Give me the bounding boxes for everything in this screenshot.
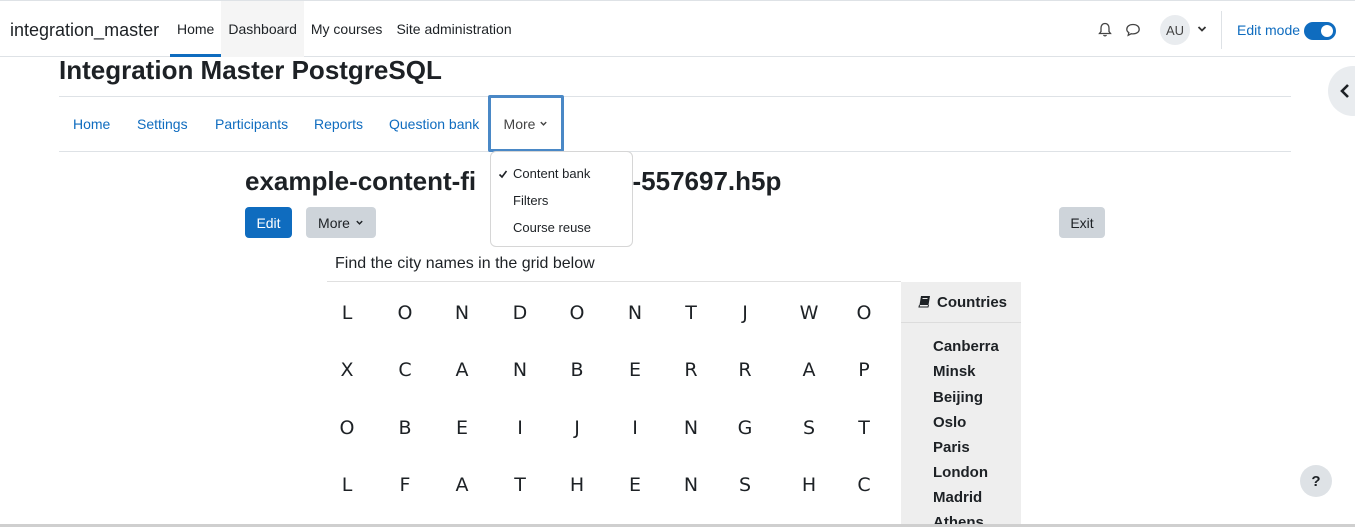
content-more-button[interactable]: More [306, 207, 376, 238]
vocabulary-title: Countries [937, 294, 1008, 311]
word-search-grid[interactable]: LONDONTJWOXCANBERRAPOBEIJINGSTLFATHENSHC [327, 281, 901, 527]
secondary-nav-question-bank[interactable]: Question bank [389, 97, 479, 151]
grid-letter-cell[interactable]: B [557, 359, 597, 381]
grid-letter-cell[interactable]: T [844, 417, 884, 439]
vocabulary-word: Madrid [933, 489, 983, 506]
grid-letter-cell[interactable]: E [442, 417, 482, 439]
grid-letter-cell[interactable]: A [442, 474, 482, 496]
secondary-nav-home[interactable]: Home [73, 97, 110, 151]
grid-letter-cell[interactable]: F [385, 474, 425, 496]
content-title-start: example-content-fi [245, 166, 477, 196]
primary-nav-my-courses[interactable]: My courses [304, 1, 390, 57]
vocabulary-word: Paris [933, 439, 970, 456]
grid-letter-cell[interactable]: L [327, 302, 367, 324]
help-button[interactable]: ? [1300, 465, 1332, 497]
primary-nav: Home Dashboard My courses Site administr… [170, 1, 519, 57]
chevron-down-icon [356, 220, 363, 225]
grid-letter-cell[interactable]: S [789, 417, 829, 439]
primary-nav-home[interactable]: Home [170, 1, 222, 57]
grid-letter-cell[interactable]: O [844, 302, 884, 324]
site-brand[interactable]: integration_master [10, 20, 159, 41]
grid-letter-cell[interactable]: P [844, 359, 884, 381]
grid-letter-cell[interactable]: N [442, 302, 482, 324]
grid-letter-cell[interactable]: A [789, 359, 829, 381]
grid-letter-cell[interactable]: H [789, 474, 829, 496]
secondary-nav-more-button[interactable]: More [488, 95, 564, 152]
top-navbar: integration_master Home Dashboard My cou… [0, 0, 1355, 57]
edit-mode-label[interactable]: Edit mode [1237, 22, 1300, 38]
edit-mode-toggle[interactable] [1304, 22, 1336, 40]
grid-letter-cell[interactable]: R [725, 359, 765, 381]
content-more-label: More [318, 214, 350, 231]
grid-letter-cell[interactable]: N [671, 417, 711, 439]
dropdown-item-content-bank[interactable]: Content bank [513, 166, 590, 181]
grid-letter-cell[interactable]: C [844, 474, 884, 496]
grid-letter-cell[interactable]: O [327, 417, 367, 439]
grid-letter-cell[interactable]: E [615, 359, 655, 381]
course-index-drawer-toggle[interactable] [1328, 66, 1355, 116]
grid-letter-cell[interactable]: N [671, 474, 711, 496]
chevron-down-icon [540, 121, 548, 126]
secondary-nav-more-label: More [503, 115, 536, 132]
exit-button[interactable]: Exit [1059, 207, 1105, 238]
edit-button[interactable]: Edit [245, 207, 292, 238]
dropdown-item-filters[interactable]: Filters [513, 193, 548, 208]
secondary-nav: Home Settings Participants Reports Quest… [59, 95, 1291, 152]
grid-letter-cell[interactable]: J [725, 302, 765, 324]
vocabulary-word: Minsk [933, 363, 976, 380]
page-title: Integration Master PostgreSQL [59, 55, 442, 85]
navbar-divider [1221, 11, 1222, 49]
h5p-instruction: Find the city names in the grid below [335, 255, 595, 272]
grid-letter-cell[interactable]: T [500, 474, 540, 496]
more-dropdown-menu: Content bank Filters Course reuse [490, 151, 633, 247]
grid-letter-cell[interactable]: E [615, 474, 655, 496]
vocabulary-header: Countries [901, 282, 1021, 323]
vocabulary-word: Beijing [933, 389, 984, 406]
secondary-nav-settings[interactable]: Settings [137, 97, 188, 151]
primary-nav-dashboard[interactable]: Dashboard [221, 1, 304, 57]
grid-letter-cell[interactable]: I [615, 417, 655, 439]
grid-letter-cell[interactable]: H [557, 474, 597, 496]
secondary-nav-reports[interactable]: Reports [314, 97, 363, 151]
user-avatar[interactable]: AU [1160, 15, 1190, 45]
dropdown-item-course-reuse[interactable]: Course reuse [513, 220, 591, 235]
chat-icon[interactable] [1125, 22, 1141, 38]
vocabulary-word: London [933, 464, 988, 481]
grid-letter-cell[interactable]: A [442, 359, 482, 381]
grid-letter-cell[interactable]: D [500, 302, 540, 324]
grid-letter-cell[interactable]: O [385, 302, 425, 324]
book-icon [918, 296, 930, 308]
grid-letter-cell[interactable]: J [557, 417, 597, 439]
vocabulary-word: Oslo [933, 414, 967, 431]
grid-letter-cell[interactable]: I [500, 417, 540, 439]
chevron-left-icon [1340, 84, 1349, 98]
grid-letter-cell[interactable]: T [671, 302, 711, 324]
vocabulary-panel: Countries Canberra Minsk Beijing Oslo Paris L… [901, 282, 1021, 527]
check-icon [498, 170, 508, 179]
secondary-nav-participants[interactable]: Participants [215, 97, 288, 151]
grid-letter-cell[interactable]: R [671, 359, 711, 381]
grid-letter-cell[interactable]: N [615, 302, 655, 324]
grid-letter-cell[interactable]: N [500, 359, 540, 381]
grid-letter-cell[interactable]: C [385, 359, 425, 381]
grid-letter-cell[interactable]: G [725, 417, 765, 439]
grid-letter-cell[interactable]: S [725, 474, 765, 496]
chevron-down-icon[interactable] [1196, 23, 1208, 35]
vocabulary-word: Canberra [933, 338, 999, 355]
primary-nav-site-administration[interactable]: Site administration [389, 1, 518, 57]
grid-letter-cell[interactable]: L [327, 474, 367, 496]
grid-letter-cell[interactable]: X [327, 359, 367, 381]
grid-letter-cell[interactable]: W [789, 302, 829, 324]
bell-icon[interactable] [1097, 22, 1113, 38]
grid-letter-cell[interactable]: B [385, 417, 425, 439]
grid-letter-cell[interactable]: O [557, 302, 597, 324]
